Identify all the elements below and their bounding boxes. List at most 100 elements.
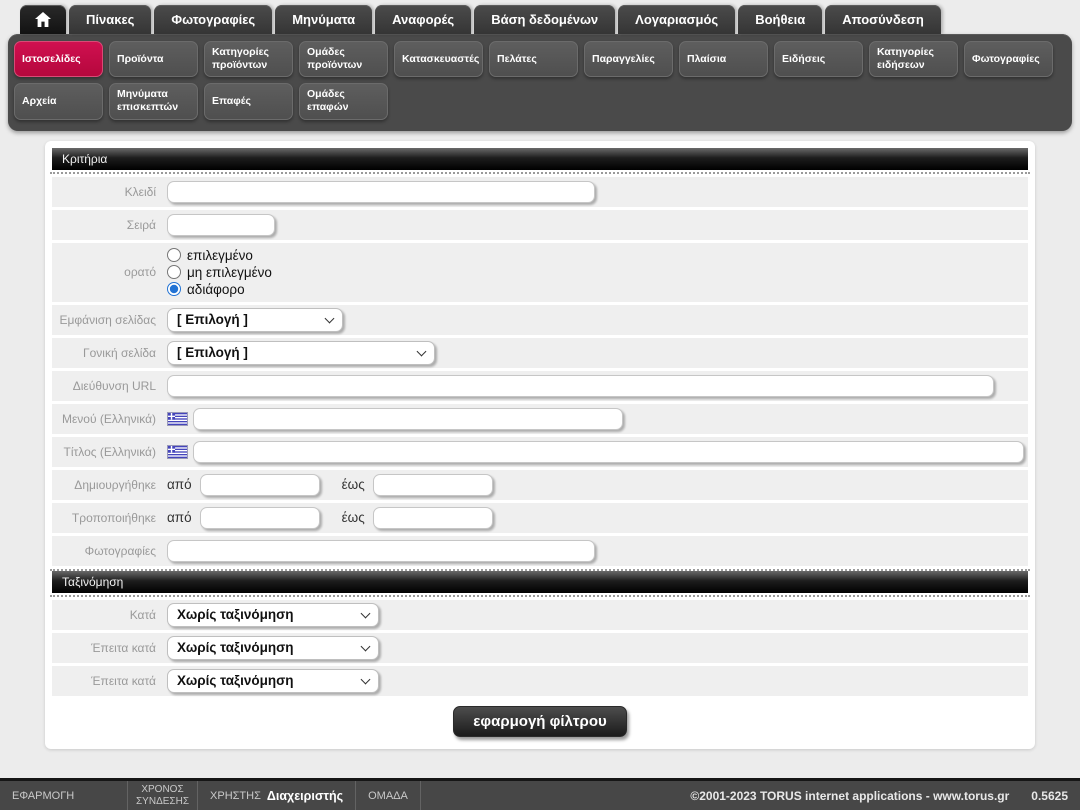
page-display-select[interactable]: [ Επιλογή ] — [167, 308, 343, 332]
visible-radio-indifferent[interactable] — [167, 282, 181, 296]
title-greek-input[interactable] — [193, 441, 1024, 463]
modified-to-label: έως — [342, 510, 365, 525]
toolbar-row-2: Αρχεία Μηνύματα επισκεπτών Επαφές Ομάδες… — [14, 83, 1066, 119]
order-label: Σειρά — [52, 218, 167, 232]
filter-panel: Κριτήρια Κλειδί Σειρά ορατό επιλεγμένο μ… — [45, 141, 1035, 749]
status-footer: ΕΦΑΡΜΟΓΗ ΧΡΟΝΟΣ ΣΥΝΔΕΣΗΣ ΧΡΗΣΤΗΣ Διαχειρ… — [0, 778, 1080, 810]
toolbar-row-1: Ιστοσελίδες Προϊόντα Κατηγορίες προϊόντω… — [14, 41, 1066, 77]
footer-copyright-cell: ©2001-2023 TORUS internet applications -… — [690, 781, 1080, 810]
tab-messages[interactable]: Μηνύματα — [275, 5, 372, 34]
created-from-label: από — [167, 477, 192, 492]
field-row-modified: Τροποποιήθηκε από έως — [52, 503, 1028, 533]
sort-row-1: Κατά Χωρίς ταξινόμηση — [52, 600, 1028, 630]
visible-option-indifferent[interactable]: αδιάφορο — [167, 282, 272, 297]
toolbar-button-photos[interactable]: Φωτογραφίες — [964, 41, 1053, 77]
sort-row-3: Έπειτα κατά Χωρίς ταξινόμηση — [52, 666, 1028, 696]
visible-radio-selected[interactable] — [167, 248, 181, 262]
tab-database[interactable]: Βάση δεδομένων — [474, 5, 615, 34]
visible-radio-not-selected[interactable] — [167, 265, 181, 279]
home-icon — [35, 12, 51, 27]
greek-flag-icon — [167, 412, 188, 426]
criteria-section-header: Κριτήρια — [52, 148, 1028, 170]
key-label: Κλειδί — [52, 185, 167, 199]
toolbar-button-products[interactable]: Προϊόντα — [109, 41, 198, 77]
visible-option-not-selected[interactable]: μη επιλεγμένο — [167, 265, 272, 280]
toolbar-button-product-categories[interactable]: Κατηγορίες προϊόντων — [204, 41, 293, 77]
footer-user-value: Διαχειριστής — [267, 789, 343, 803]
footer-group-cell: ΟΜΑΔΑ — [356, 781, 421, 810]
footer-session-line1: ΧΡΟΝΟΣ — [141, 784, 183, 796]
tab-reports[interactable]: Αναφορές — [375, 5, 471, 34]
footer-app-cell: ΕΦΑΡΜΟΓΗ — [0, 781, 128, 810]
toolbar-button-news-categories[interactable]: Κατηγορίες ειδήσεων — [869, 41, 958, 77]
footer-user-label: ΧΡΗΣΤΗΣ — [210, 790, 261, 802]
toolbar-button-websites[interactable]: Ιστοσελίδες — [14, 41, 103, 77]
toolbar-button-customers[interactable]: Πελάτες — [489, 41, 578, 77]
toolbar-button-orders[interactable]: Παραγγελίες — [584, 41, 673, 77]
then-by-label: Έπειτα κατά — [52, 641, 167, 655]
modified-label: Τροποποιήθηκε — [52, 511, 167, 525]
tab-help[interactable]: Βοήθεια — [738, 5, 822, 34]
field-row-photos: Φωτογραφίες — [52, 536, 1028, 566]
field-row-order: Σειρά — [52, 210, 1028, 240]
tab-home[interactable] — [20, 5, 66, 34]
tab-account[interactable]: Λογαριασμός — [618, 5, 735, 34]
order-input[interactable] — [167, 214, 275, 236]
tab-tables[interactable]: Πίνακες — [69, 5, 151, 34]
toolbar-button-visitor-messages[interactable]: Μηνύματα επισκεπτών — [109, 83, 198, 119]
visible-option-indifferent-label: αδιάφορο — [187, 282, 245, 297]
footer-version: 0.5625 — [1031, 789, 1068, 803]
created-label: Δημιουργήθηκε — [52, 478, 167, 492]
greek-flag-icon — [167, 445, 188, 459]
field-row-page-display: Εμφάνιση σελίδας [ Επιλογή ] — [52, 305, 1028, 335]
visible-option-selected-label: επιλεγμένο — [187, 248, 253, 263]
toolbar-button-frames[interactable]: Πλαίσια — [679, 41, 768, 77]
modified-from-input[interactable] — [200, 507, 320, 529]
footer-app-label: ΕΦΑΡΜΟΓΗ — [12, 790, 74, 802]
visible-option-selected[interactable]: επιλεγμένο — [167, 248, 272, 263]
photos-input[interactable] — [167, 540, 595, 562]
field-row-title-greek: Τίτλος (Ελληνικά) — [52, 437, 1028, 467]
then-by-2-label: Έπειτα κατά — [52, 674, 167, 688]
then-by-2-select[interactable]: Χωρίς ταξινόμηση — [167, 669, 379, 693]
toolbar-button-files[interactable]: Αρχεία — [14, 83, 103, 119]
apply-filter-button[interactable]: εφαρμογή φίλτρου — [453, 706, 626, 737]
field-row-created: Δημιουργήθηκε από έως — [52, 470, 1028, 500]
menu-greek-input[interactable] — [193, 408, 623, 430]
top-tab-bar: Πίνακες Φωτογραφίες Μηνύματα Αναφορές Βά… — [0, 0, 1080, 34]
tab-logout[interactable]: Αποσύνδεση — [825, 5, 941, 34]
toolbar-button-news[interactable]: Ειδήσεις — [774, 41, 863, 77]
toolbar-button-product-groups[interactable]: Ομάδες προϊόντων — [299, 41, 388, 77]
footer-copyright: ©2001-2023 TORUS internet applications -… — [690, 789, 1009, 803]
created-from-input[interactable] — [200, 474, 320, 496]
field-row-menu-greek: Μενού (Ελληνικά) — [52, 404, 1028, 434]
menu-greek-label: Μενού (Ελληνικά) — [52, 412, 167, 426]
modified-from-label: από — [167, 510, 192, 525]
field-row-key: Κλειδί — [52, 177, 1028, 207]
then-by-select[interactable]: Χωρίς ταξινόμηση — [167, 636, 379, 660]
footer-group-label: ΟΜΑΔΑ — [368, 790, 408, 802]
toolbar-button-contacts[interactable]: Επαφές — [204, 83, 293, 119]
modified-to-input[interactable] — [373, 507, 493, 529]
photos-label: Φωτογραφίες — [52, 544, 167, 558]
sort-by-select[interactable]: Χωρίς ταξινόμηση — [167, 603, 379, 627]
created-to-input[interactable] — [373, 474, 493, 496]
key-input[interactable] — [167, 181, 595, 203]
sort-by-label: Κατά — [52, 608, 167, 622]
tab-photos[interactable]: Φωτογραφίες — [154, 5, 272, 34]
sort-row-2: Έπειτα κατά Χωρίς ταξινόμηση — [52, 633, 1028, 663]
url-input[interactable] — [167, 375, 994, 397]
visible-label: ορατό — [52, 265, 167, 279]
parent-page-label: Γονική σελίδα — [52, 346, 167, 360]
field-row-url: Διεύθυνση URL — [52, 371, 1028, 401]
visible-option-not-selected-label: μη επιλεγμένο — [187, 265, 272, 280]
title-greek-label: Τίτλος (Ελληνικά) — [52, 445, 167, 459]
toolbar-button-contact-groups[interactable]: Ομάδες επαφών — [299, 83, 388, 119]
parent-page-select[interactable]: [ Επιλογή ] — [167, 341, 435, 365]
footer-user-cell: ΧΡΗΣΤΗΣ Διαχειριστής — [198, 781, 356, 810]
created-to-label: έως — [342, 477, 365, 492]
toolbar-button-manufacturers[interactable]: Κατασκευαστές — [394, 41, 483, 77]
field-row-visible: ορατό επιλεγμένο μη επιλεγμένο αδιάφορο — [52, 243, 1028, 302]
dotted-separator — [50, 595, 1030, 597]
tables-toolbar: Ιστοσελίδες Προϊόντα Κατηγορίες προϊόντω… — [8, 34, 1072, 131]
